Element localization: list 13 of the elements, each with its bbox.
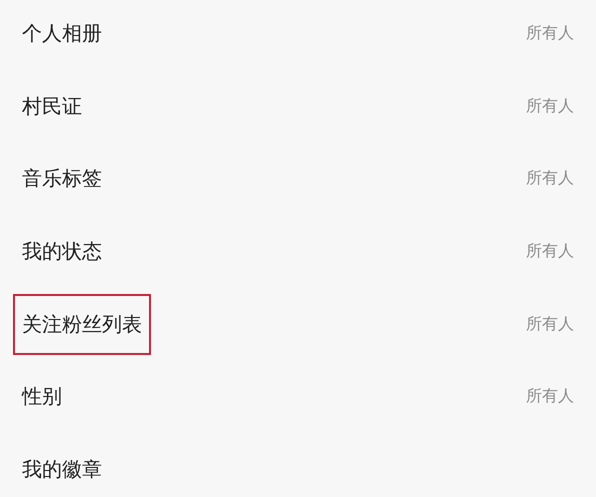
setting-value[interactable]: 所有人 bbox=[526, 96, 574, 117]
setting-label: 性别 bbox=[20, 383, 63, 410]
setting-value[interactable]: 所有人 bbox=[526, 22, 574, 44]
setting-label: 村民证 bbox=[21, 92, 83, 120]
setting-value[interactable]: 所有人 bbox=[526, 386, 574, 408]
setting-label: 关注粉丝列表 bbox=[13, 294, 151, 355]
setting-value[interactable]: 所有人 bbox=[526, 240, 574, 262]
setting-value[interactable]: 所有人 bbox=[526, 168, 574, 190]
setting-value[interactable]: 所有人 bbox=[526, 314, 574, 335]
setting-label: 我的徽章 bbox=[21, 456, 103, 483]
setting-label: 个人相册 bbox=[21, 20, 103, 47]
setting-label: 音乐标签 bbox=[21, 165, 103, 192]
setting-label: 我的状态 bbox=[21, 238, 103, 265]
